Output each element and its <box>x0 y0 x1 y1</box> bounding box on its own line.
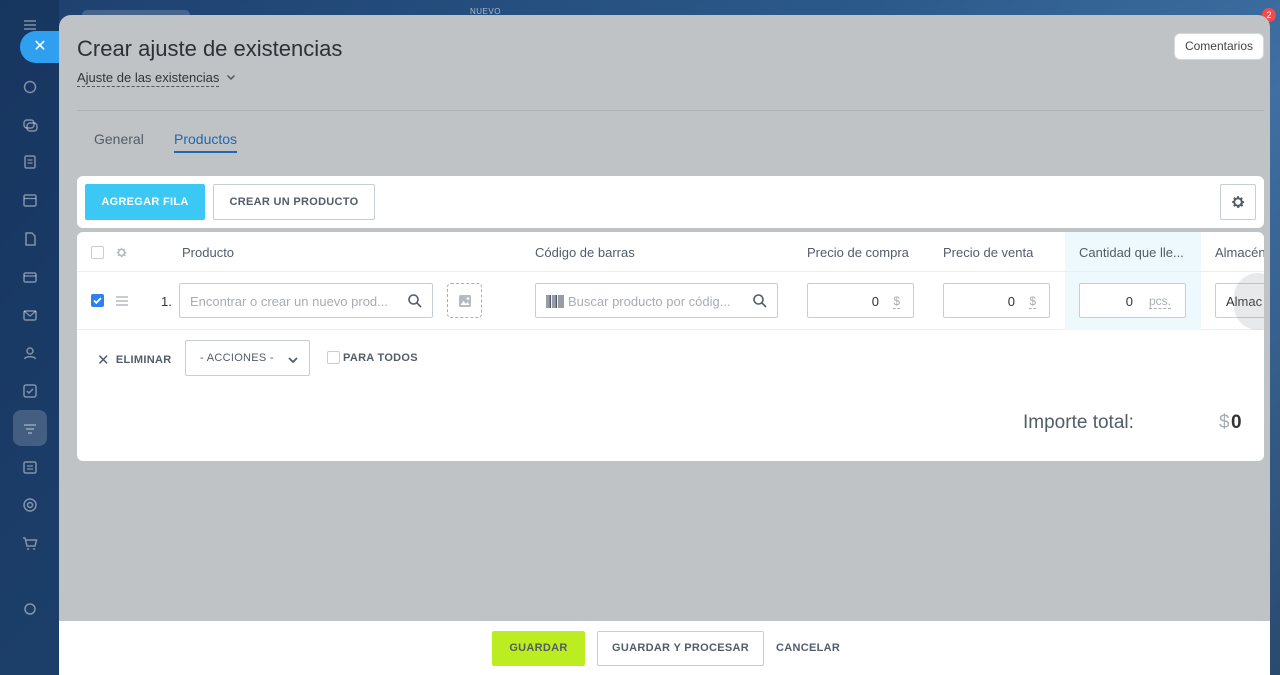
close-icon: ✕ <box>33 38 47 55</box>
footer-bar: GUARDAR GUARDAR Y PROCESAR CANCELAR <box>59 621 1270 675</box>
comments-button[interactable]: Comentarios <box>1173 33 1264 60</box>
barcode-icon <box>546 295 564 308</box>
slider-panel: Crear ajuste de existencias Ajuste de la… <box>59 15 1270 675</box>
document-icon[interactable] <box>21 153 39 171</box>
quantity-input[interactable]: 0 pcs. <box>1079 283 1186 318</box>
delete-x-icon: ✕ <box>97 352 110 369</box>
table-row: 1. Encontrar o crear un nuevo prod... Bu… <box>77 273 1264 330</box>
actions-dropdown[interactable]: - ACCIONES - <box>185 340 310 376</box>
save-button[interactable]: GUARDAR <box>492 631 585 666</box>
document-type-dropdown[interactable]: Ajuste de las existencias <box>77 70 220 87</box>
gear-icon <box>1232 196 1245 208</box>
card-icon[interactable] <box>21 268 39 286</box>
save-and-process-button[interactable]: GUARDAR Y PROCESAR <box>597 631 764 666</box>
filter-icon[interactable] <box>21 420 39 438</box>
delete-button[interactable]: ✕ ELIMINAR <box>97 351 171 369</box>
column-header-purchase-price[interactable]: Precio de compra <box>807 245 909 260</box>
checkmark-icon <box>93 297 102 305</box>
app-sidebar <box>0 0 59 675</box>
search-icon[interactable] <box>752 293 768 309</box>
column-header-product[interactable]: Producto <box>182 245 234 260</box>
settings-icon[interactable] <box>21 600 39 618</box>
cancel-button[interactable]: CANCELAR <box>776 642 840 654</box>
product-image-placeholder[interactable] <box>447 283 482 318</box>
tasks-icon[interactable] <box>21 382 39 400</box>
total-amount-label: Importe total: <box>1023 412 1134 433</box>
delete-label: ELIMINAR <box>115 354 172 366</box>
product-search-placeholder: Encontrar o crear un nuevo prod... <box>190 294 389 309</box>
sale-price-value: 0 <box>1007 294 1015 309</box>
select-all-checkbox[interactable] <box>91 246 104 259</box>
tab-products[interactable]: Productos <box>174 131 238 153</box>
add-row-button[interactable]: AGREGAR FILA <box>85 184 205 220</box>
image-icon <box>459 295 471 307</box>
drag-handle-icon[interactable] <box>115 295 129 307</box>
column-header-sale-price[interactable]: Precio de venta <box>943 245 1033 260</box>
tab-general[interactable]: General <box>94 131 144 151</box>
chevron-down-icon <box>288 357 298 364</box>
products-grid: Producto Código de barras Precio de comp… <box>77 232 1264 461</box>
purchase-price-value: 0 <box>871 294 879 309</box>
total-amount-value: 0 <box>1231 412 1242 433</box>
column-header-barcode[interactable]: Código de barras <box>535 245 635 260</box>
sale-currency[interactable]: $ <box>1029 294 1036 309</box>
users-icon[interactable] <box>21 344 39 362</box>
mail-icon[interactable] <box>21 306 39 324</box>
column-settings-gear-icon[interactable] <box>115 246 128 259</box>
file-icon[interactable] <box>21 230 39 248</box>
close-slider-button[interactable]: ✕ <box>20 31 60 63</box>
grid-settings-button[interactable] <box>1220 184 1256 220</box>
barcode-search-input[interactable]: Buscar producto por códig... <box>535 283 778 318</box>
total-currency: $ <box>1219 412 1230 433</box>
products-toolbar: AGREGAR FILA CREAR UN PRODUCTO <box>77 176 1264 228</box>
calendar-icon[interactable] <box>21 191 39 209</box>
unit-selector[interactable]: pcs. <box>1148 294 1171 309</box>
product-search-input[interactable]: Encontrar o crear un nuevo prod... <box>179 283 433 318</box>
target-icon[interactable] <box>21 496 39 514</box>
chat-icon[interactable] <box>21 116 39 134</box>
activity-icon[interactable] <box>21 78 39 96</box>
row-checkbox[interactable] <box>91 294 104 307</box>
cart-icon[interactable] <box>21 534 39 552</box>
create-product-button[interactable]: CREAR UN PRODUCTO <box>213 184 375 220</box>
page-title: Crear ajuste de existencias <box>77 36 343 61</box>
header-divider <box>77 110 1264 111</box>
column-header-store[interactable]: Almacén <box>1215 245 1264 260</box>
grid-header: Producto Código de barras Precio de comp… <box>77 232 1264 272</box>
barcode-search-placeholder: Buscar producto por códig... <box>568 294 731 309</box>
for-all-checkbox[interactable] <box>327 351 340 364</box>
chevron-down-icon[interactable] <box>225 71 237 83</box>
search-icon[interactable] <box>407 293 423 309</box>
column-header-quantity[interactable]: Cantidad que lle... <box>1079 245 1184 260</box>
for-all-label[interactable]: PARA TODOS <box>343 352 418 364</box>
sale-price-input[interactable]: 0 $ <box>943 283 1050 318</box>
list-icon[interactable] <box>21 458 39 476</box>
row-number: 1. <box>161 294 172 309</box>
quantity-value: 0 <box>1125 294 1133 309</box>
purchase-currency[interactable]: $ <box>893 294 900 309</box>
actions-dropdown-value: - ACCIONES - <box>200 352 274 364</box>
purchase-price-input[interactable]: 0 $ <box>807 283 914 318</box>
